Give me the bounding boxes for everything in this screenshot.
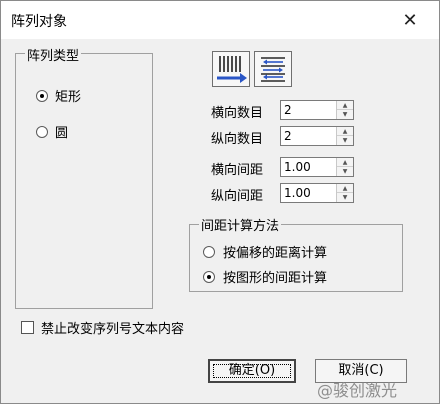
v-count-value[interactable]: 2 [284, 129, 292, 143]
radio-shape-spacing-label[interactable]: 按图形的间距计算 [223, 267, 327, 286]
h-count-label: 横向数目 [211, 106, 264, 121]
dialog-title: 阵列对象 [11, 14, 67, 30]
v-count-spinner[interactable]: 2 ▲ ▼ [280, 126, 354, 146]
columns-arrow-icon [217, 56, 247, 83]
vertical-array-button[interactable] [254, 51, 292, 87]
array-object-dialog: 阵列对象 ✕ 阵列类型 矩形 圆 横向数目 2 ▲ ▼ 纵向数目 2 ▲ ▼ 横… [0, 0, 440, 404]
spacing-method-legend: 间距计算方法 [199, 215, 282, 234]
v-spacing-label: 纵向间距 [211, 189, 264, 204]
radio-rectangle-label[interactable]: 矩形 [55, 86, 81, 105]
radio-offset-distance-label[interactable]: 按偏移的距离计算 [223, 242, 327, 261]
radio-circle[interactable] [36, 126, 48, 138]
cancel-button-label: 取消(C) [338, 363, 384, 378]
v-count-label: 纵向数目 [211, 132, 264, 147]
spin-up-icon[interactable]: ▲ [337, 101, 353, 110]
title-bar: 阵列对象 ✕ [1, 1, 439, 39]
array-type-legend: 阵列类型 [25, 45, 82, 64]
radio-offset-distance[interactable] [203, 246, 215, 258]
v-spacing-spinner[interactable]: 1.00 ▲ ▼ [280, 183, 354, 203]
no-change-serial-label[interactable]: 禁止改变序列号文本内容 [41, 318, 184, 337]
radio-rectangle[interactable] [36, 90, 48, 102]
spin-up-icon[interactable]: ▲ [337, 127, 353, 136]
close-icon[interactable]: ✕ [399, 10, 421, 32]
radio-shape-spacing[interactable] [203, 271, 215, 283]
no-change-serial-checkbox[interactable] [21, 321, 34, 334]
spin-down-icon[interactable]: ▼ [337, 193, 353, 202]
spin-up-icon[interactable]: ▲ [337, 158, 353, 167]
ok-button[interactable]: 确定(O) [208, 359, 296, 383]
h-spacing-value[interactable]: 1.00 [284, 160, 311, 174]
array-type-group [15, 53, 153, 309]
h-count-value[interactable]: 2 [284, 103, 292, 117]
h-count-spinner[interactable]: 2 ▲ ▼ [280, 100, 354, 120]
horizontal-array-button[interactable] [212, 51, 250, 87]
spin-down-icon[interactable]: ▼ [337, 136, 353, 145]
rows-arrows-icon [261, 57, 285, 82]
radio-circle-label[interactable]: 圆 [55, 122, 68, 141]
v-spacing-value[interactable]: 1.00 [284, 186, 311, 200]
h-spacing-label: 横向间距 [211, 163, 264, 178]
spin-up-icon[interactable]: ▲ [337, 184, 353, 193]
spin-down-icon[interactable]: ▼ [337, 110, 353, 119]
spin-down-icon[interactable]: ▼ [337, 167, 353, 176]
watermark: @骏创激光 [317, 381, 398, 400]
h-spacing-spinner[interactable]: 1.00 ▲ ▼ [280, 157, 354, 177]
